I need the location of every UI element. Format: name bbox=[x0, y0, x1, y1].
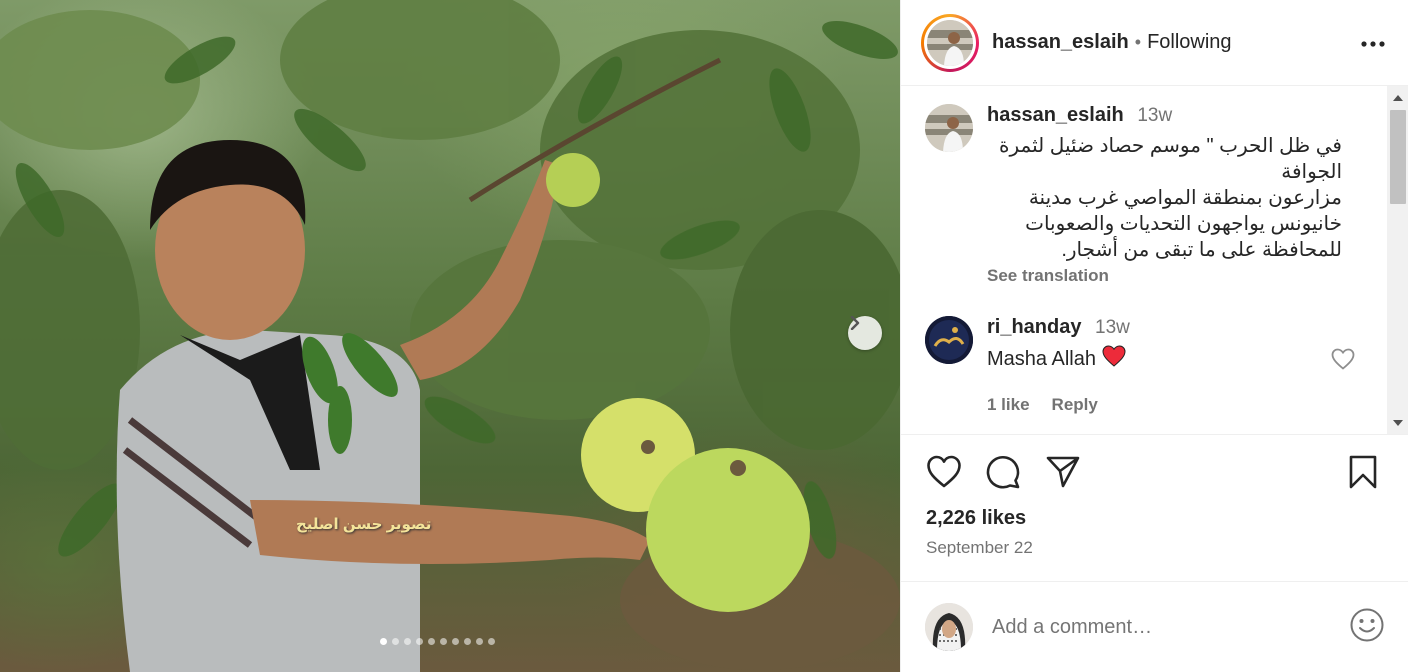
scroll-down-arrow-icon[interactable] bbox=[1393, 420, 1403, 426]
heart-icon[interactable] bbox=[926, 455, 962, 494]
caption-line: مزارعون بمنطقة المواصي غرب مدينة bbox=[1028, 187, 1342, 209]
comments-scrollbar[interactable] bbox=[1387, 86, 1408, 434]
comment-likes-count[interactable]: 1 like bbox=[987, 395, 1030, 415]
commenter-username[interactable]: ri_handay bbox=[987, 316, 1081, 338]
comment-reply-button[interactable]: Reply bbox=[1052, 395, 1098, 415]
carousel-dot[interactable] bbox=[488, 638, 495, 645]
post-photo: تصوير حسن اصليح bbox=[0, 0, 900, 672]
more-options-button[interactable] bbox=[1358, 28, 1388, 58]
see-translation-link[interactable]: See translation bbox=[987, 266, 1347, 286]
carousel-dots bbox=[380, 638, 495, 645]
author-avatar[interactable] bbox=[927, 19, 973, 66]
photo-illustration bbox=[0, 0, 900, 672]
caption-line: الجوافة bbox=[1281, 161, 1342, 183]
caption-text: في ظل الحرب " موسم حصاد ضئيل لثمرة الجوا… bbox=[987, 133, 1342, 263]
likes-count[interactable]: 2,226 likes bbox=[926, 507, 1026, 530]
post-header: hassan_eslaih • Following bbox=[901, 0, 1408, 86]
caption-timestamp[interactable]: 13w bbox=[1137, 105, 1172, 126]
post-actions-bar bbox=[923, 455, 1391, 495]
current-user-avatar bbox=[925, 603, 973, 651]
carousel-dot[interactable] bbox=[452, 638, 459, 645]
carousel-dot[interactable] bbox=[464, 638, 471, 645]
comments-section[interactable]: hassan_eslaih 13w في ظل الحرب " موسم حصا… bbox=[901, 86, 1408, 435]
carousel-dot[interactable] bbox=[476, 638, 483, 645]
share-icon[interactable] bbox=[1045, 455, 1081, 494]
emoji-picker-icon[interactable] bbox=[1349, 607, 1385, 648]
scroll-up-arrow-icon[interactable] bbox=[1393, 95, 1403, 101]
add-comment-bar bbox=[901, 581, 1408, 672]
heart-outline-icon bbox=[1331, 348, 1355, 374]
author-username-link[interactable]: hassan_eslaih bbox=[992, 31, 1129, 54]
comment-icon[interactable] bbox=[985, 455, 1021, 494]
post-date[interactable]: September 22 bbox=[926, 538, 1033, 558]
add-comment-input[interactable] bbox=[992, 615, 1312, 639]
post-side-panel: hassan_eslaih • Following hassan_eslaih … bbox=[900, 0, 1408, 672]
header-separator: • bbox=[1134, 32, 1142, 52]
bookmark-icon[interactable] bbox=[1347, 455, 1379, 494]
carousel-dot[interactable] bbox=[416, 638, 423, 645]
caption-author-username[interactable]: hassan_eslaih bbox=[987, 104, 1124, 126]
carousel-next-button[interactable] bbox=[848, 316, 882, 350]
caption-line: في ظل الحرب " موسم حصاد ضئيل لثمرة bbox=[999, 135, 1342, 157]
caption-line: للمحافظة على ما تبقى من أشجار. bbox=[1061, 239, 1342, 261]
comment-item: ri_handay 13w Masha Allah 1 like Reply bbox=[925, 316, 1365, 415]
comment-text: Masha Allah bbox=[987, 347, 1096, 370]
scrollbar-thumb[interactable] bbox=[1390, 110, 1406, 204]
photo-watermark: تصوير حسن اصليح bbox=[296, 516, 432, 533]
following-button[interactable]: Following bbox=[1147, 31, 1231, 54]
carousel-dot[interactable] bbox=[392, 638, 399, 645]
author-avatar-ring[interactable] bbox=[921, 13, 979, 72]
caption-line: خانيونس يواجهون التحديات والصعوبات bbox=[1025, 213, 1342, 235]
post-caption: hassan_eslaih 13w في ظل الحرب " موسم حصا… bbox=[925, 104, 1365, 286]
carousel-dot[interactable] bbox=[380, 638, 387, 645]
more-horizontal-icon bbox=[1361, 34, 1385, 52]
red-heart-emoji-icon bbox=[1102, 345, 1126, 373]
comment-timestamp[interactable]: 13w bbox=[1095, 317, 1130, 338]
carousel-dot[interactable] bbox=[440, 638, 447, 645]
comment-like-button[interactable] bbox=[1331, 348, 1355, 375]
commenter-avatar[interactable] bbox=[925, 316, 973, 364]
carousel-dot[interactable] bbox=[428, 638, 435, 645]
caption-author-avatar[interactable] bbox=[925, 104, 973, 152]
carousel-dot[interactable] bbox=[404, 638, 411, 645]
